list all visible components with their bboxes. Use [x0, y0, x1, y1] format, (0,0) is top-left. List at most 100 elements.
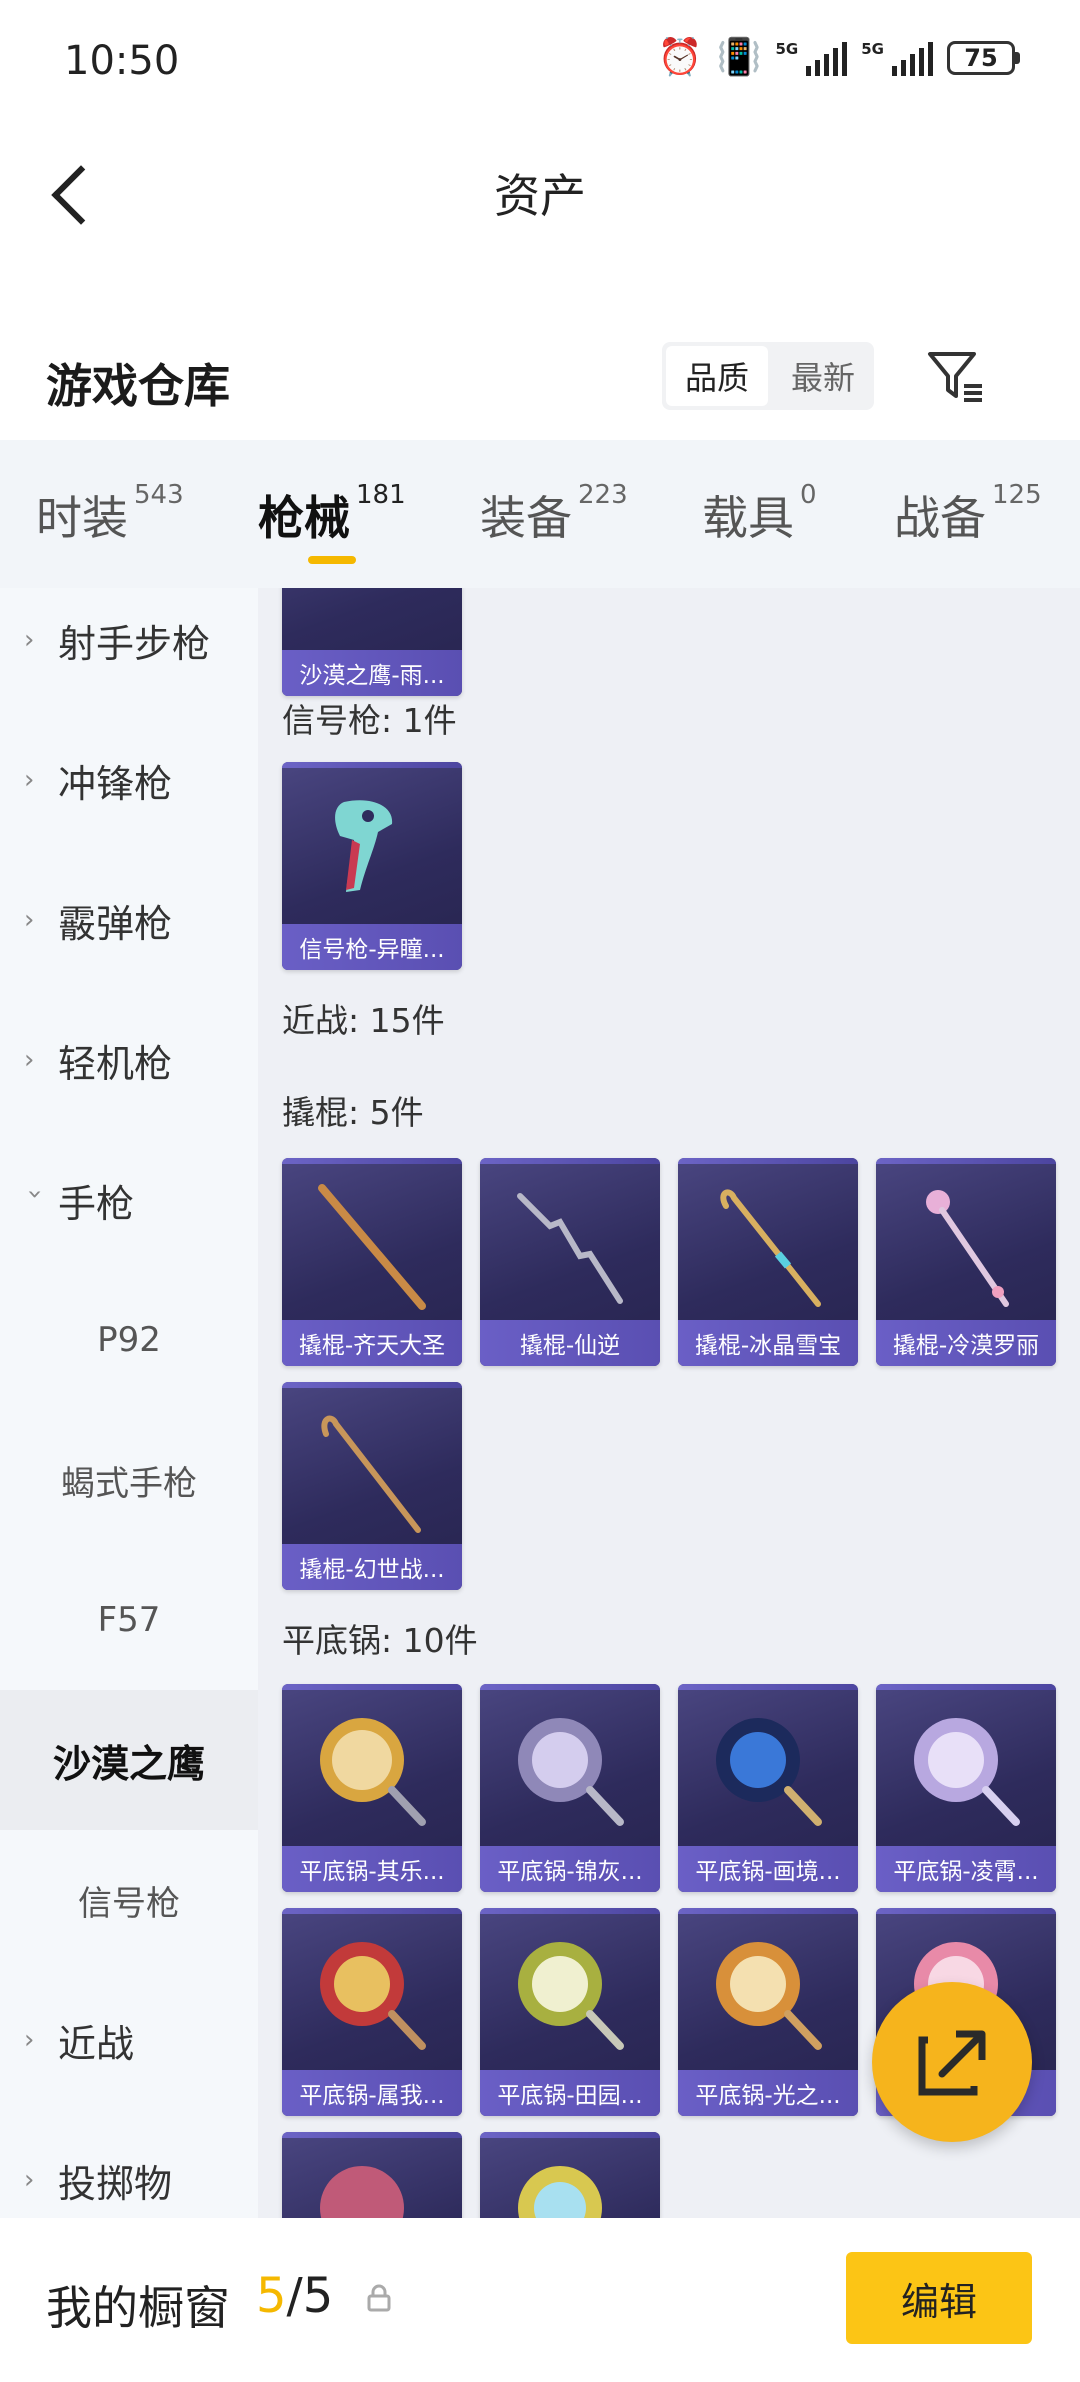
- status-icons: ⏰ 📳 5G 5G 75: [658, 40, 1020, 76]
- tab-count: 223: [578, 480, 628, 510]
- sidebar-subitem-flare-gun[interactable]: 信号枪: [0, 1830, 258, 1970]
- tab-equipment[interactable]: 装备 223: [480, 480, 628, 548]
- tab-firearms[interactable]: 枪械 181: [258, 480, 406, 548]
- frying-pan-icon: [518, 2166, 602, 2218]
- sidebar-subitem-desert-eagle[interactable]: 沙漠之鹰: [0, 1690, 258, 1830]
- chevron-right-icon: ›: [24, 1045, 35, 1075]
- filter-icon[interactable]: [924, 346, 988, 406]
- tab-supplies[interactable]: 战备 125: [894, 480, 1042, 548]
- item-card[interactable]: 信号枪-异瞳...: [282, 762, 462, 970]
- frying-pan-icon: [518, 1942, 624, 2050]
- tab-count: 543: [134, 480, 184, 510]
- alarm-icon: ⏰: [657, 37, 703, 78]
- showcase-separator: /: [286, 2268, 303, 2324]
- item-card-name: 撬棍-冰晶雪宝: [678, 1320, 858, 1366]
- sidebar-item-marksman[interactable]: › 射手步枪: [0, 588, 258, 710]
- status-time: 10:50: [64, 38, 180, 84]
- item-card[interactable]: [282, 2132, 462, 2218]
- sidebar-item-label: 投掷物: [58, 2161, 173, 2206]
- item-card-name: 撬棍-幻世战...: [282, 1544, 462, 1590]
- chevron-down-icon: ›: [20, 1189, 50, 1200]
- item-card-name: 平底锅-田园...: [480, 2070, 660, 2116]
- status-bar: 10:50 ⏰ 📳 5G 5G 75: [0, 0, 1080, 130]
- crowbar-icon: [720, 1189, 821, 1307]
- sidebar-item-label: 手枪: [58, 1181, 135, 1226]
- page-title: 资产: [494, 169, 586, 223]
- item-card[interactable]: 撬棍-冰晶雪宝: [678, 1158, 858, 1366]
- item-card[interactable]: 平底锅-凌霄...: [876, 1684, 1056, 1892]
- item-card-name: 信号枪-异瞳...: [282, 924, 462, 970]
- item-card-name: 撬棍-冷漠罗丽: [876, 1320, 1056, 1366]
- showcase-bar: 我的橱窗 5/5 编辑: [0, 2218, 1080, 2382]
- showcase-current: 5: [256, 2268, 287, 2324]
- category-tabs: 时装 543 枪械 181 装备 223 载具 0 战备 125: [0, 440, 1080, 588]
- signal-label-2: 5G: [861, 40, 884, 58]
- item-card[interactable]: 平底锅-光之...: [678, 1908, 858, 2116]
- group-heading-crowbar: 撬棍: 5件: [282, 1093, 424, 1132]
- weapon-category-sidebar: › 射手步枪 › 冲锋枪 › 霰弹枪 › 轻机枪 › 手枪 P92 蝎式手枪 F57 沙漠…: [0, 588, 258, 2218]
- sidebar-item-melee[interactable]: › 近战: [0, 1970, 258, 2110]
- tab-label: 装备: [480, 491, 572, 545]
- signal-icon: 5G: [776, 40, 848, 76]
- item-card[interactable]: 撬棍-仙逆: [480, 1158, 660, 1366]
- item-card[interactable]: 撬棍-齐天大圣: [282, 1158, 462, 1366]
- item-card[interactable]: 平底锅-属我...: [282, 1908, 462, 2116]
- sidebar-subitem-f57[interactable]: F57: [0, 1550, 258, 1690]
- sidebar-subitem-p92[interactable]: P92: [0, 1270, 258, 1410]
- frying-pan-icon: [716, 1718, 822, 1826]
- sidebar-item-smg[interactable]: › 冲锋枪: [0, 710, 258, 850]
- item-card[interactable]: [480, 2132, 660, 2218]
- tab-label: 战备: [894, 491, 986, 545]
- battery-icon: 75: [947, 41, 1020, 75]
- lock-icon: [367, 2284, 391, 2312]
- sidebar-item-label: 近战: [58, 2021, 135, 2066]
- item-card[interactable]: 平底锅-田园...: [480, 1908, 660, 2116]
- vibrate-icon: 📳: [716, 37, 762, 78]
- item-card-name: 平底锅-属我...: [282, 2070, 462, 2116]
- item-card-name: 平底锅-凌霄...: [876, 1846, 1056, 1892]
- item-card-name: 平底锅-画境...: [678, 1846, 858, 1892]
- sidebar-item-pistol[interactable]: › 手枪: [0, 1130, 258, 1270]
- item-card-name: 沙漠之鹰-雨...: [282, 650, 462, 696]
- sidebar-item-label: 冲锋枪: [58, 761, 173, 806]
- signal-label: 5G: [775, 40, 799, 58]
- item-card-name: 平底锅-其乐...: [282, 1846, 462, 1892]
- chevron-right-icon: ›: [24, 2165, 35, 2195]
- group-heading-pan: 平底锅: 10件: [282, 1621, 478, 1660]
- item-card[interactable]: 撬棍-幻世战...: [282, 1382, 462, 1590]
- section-title: 游戏仓库: [46, 359, 230, 413]
- sort-option-latest[interactable]: 最新: [772, 342, 874, 410]
- frying-pan-icon: [320, 2166, 404, 2218]
- sidebar-item-throwables[interactable]: › 投掷物: [0, 2110, 258, 2218]
- sidebar-subitem-scorpion[interactable]: 蝎式手枪: [0, 1410, 258, 1550]
- item-card-name: 平底锅-光之...: [678, 2070, 858, 2116]
- battery-level: 75: [947, 41, 1015, 75]
- item-card[interactable]: 沙漠之鹰-雨...: [282, 588, 462, 696]
- chevron-right-icon: ›: [24, 765, 35, 795]
- tab-fashion[interactable]: 时装 543: [36, 480, 184, 548]
- signal-icon-2: 5G: [861, 40, 933, 76]
- share-fab[interactable]: [872, 1982, 1032, 2142]
- item-card[interactable]: 平底锅-锦灰...: [480, 1684, 660, 1892]
- active-tab-indicator: [308, 556, 356, 564]
- item-card[interactable]: 平底锅-画境...: [678, 1684, 858, 1892]
- tab-count: 0: [800, 480, 817, 510]
- crowbar-icon: [318, 1184, 426, 1310]
- item-card[interactable]: 平底锅-其乐...: [282, 1684, 462, 1892]
- tab-count: 181: [356, 480, 406, 510]
- item-card[interactable]: 撬棍-冷漠罗丽: [876, 1158, 1056, 1366]
- share-icon: [918, 2030, 986, 2096]
- header: 资产: [0, 130, 1080, 250]
- tab-label: 时装: [36, 491, 128, 545]
- frying-pan-icon: [320, 1942, 426, 2050]
- crowbar-icon: [321, 1415, 421, 1533]
- sidebar-item-lmg[interactable]: › 轻机枪: [0, 990, 258, 1130]
- item-card-name: 撬棍-仙逆: [480, 1320, 660, 1366]
- edit-button[interactable]: 编辑: [846, 2252, 1032, 2344]
- sort-option-quality[interactable]: 品质: [666, 346, 768, 406]
- page: 10:50 ⏰ 📳 5G 5G 75 资产 游戏仓库 品质 最新 时装 543 …: [0, 0, 1080, 2382]
- sidebar-item-label: 霰弹枪: [58, 901, 173, 946]
- sidebar-item-shotgun[interactable]: › 霰弹枪: [0, 850, 258, 990]
- chevron-right-icon: ›: [24, 625, 35, 655]
- tab-vehicles[interactable]: 载具 0: [702, 480, 817, 548]
